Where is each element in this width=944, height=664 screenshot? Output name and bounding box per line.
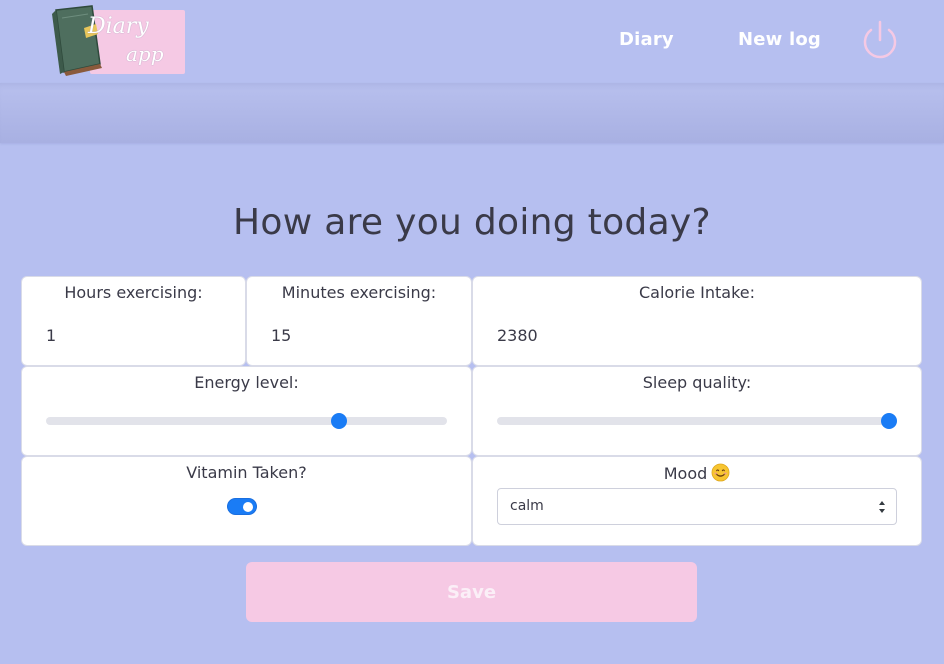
mood-select-value: calm [510, 498, 544, 514]
calorie-intake-input[interactable] [497, 326, 647, 345]
mood-label: Mood [663, 464, 708, 483]
header-band [0, 83, 944, 143]
navbar: Diary app Diary New log [0, 0, 944, 83]
vitamin-taken-label: Vitamin Taken? [186, 463, 307, 482]
select-arrows-icon [879, 501, 885, 513]
brand-line2: app [126, 42, 164, 66]
page-title: How are you doing today? [233, 202, 711, 243]
vitamin-card: Vitamin Taken? [21, 456, 472, 546]
sleep-quality-slider[interactable] [497, 413, 897, 429]
energy-level-slider[interactable] [46, 413, 447, 429]
calorie-intake-card: Calorie Intake: [472, 276, 922, 366]
hours-exercising-input[interactable] [46, 326, 196, 345]
mood-card: Mood calm [472, 456, 922, 546]
brand-line1: Diary [88, 14, 149, 39]
nav-link-diary[interactable]: Diary [619, 29, 674, 50]
energy-level-label: Energy level: [194, 373, 299, 392]
minutes-exercising-label: Minutes exercising: [281, 283, 437, 302]
vitamin-taken-toggle[interactable] [227, 498, 257, 515]
power-icon[interactable] [858, 18, 902, 62]
hours-exercising-label: Hours exercising: [64, 283, 203, 302]
minutes-exercising-input[interactable] [271, 326, 421, 345]
hours-exercising-card: Hours exercising: [21, 276, 246, 366]
sleep-quality-card: Sleep quality: [472, 366, 922, 456]
sleep-quality-label: Sleep quality: [642, 373, 752, 392]
toggle-knob [243, 502, 253, 512]
energy-level-thumb[interactable] [330, 413, 347, 429]
nav-link-new-log[interactable]: New log [738, 29, 821, 50]
energy-level-card: Energy level: [21, 366, 472, 456]
diary-app-logo[interactable]: Diary app [48, 4, 188, 76]
smiling-face-icon [711, 463, 730, 482]
mood-label-row: Mood [473, 463, 921, 483]
calorie-intake-label: Calorie Intake: [638, 283, 756, 302]
save-button[interactable]: Save [246, 562, 697, 622]
sleep-quality-thumb[interactable] [881, 413, 897, 429]
minutes-exercising-card: Minutes exercising: [246, 276, 472, 366]
mood-select[interactable]: calm [497, 488, 897, 525]
